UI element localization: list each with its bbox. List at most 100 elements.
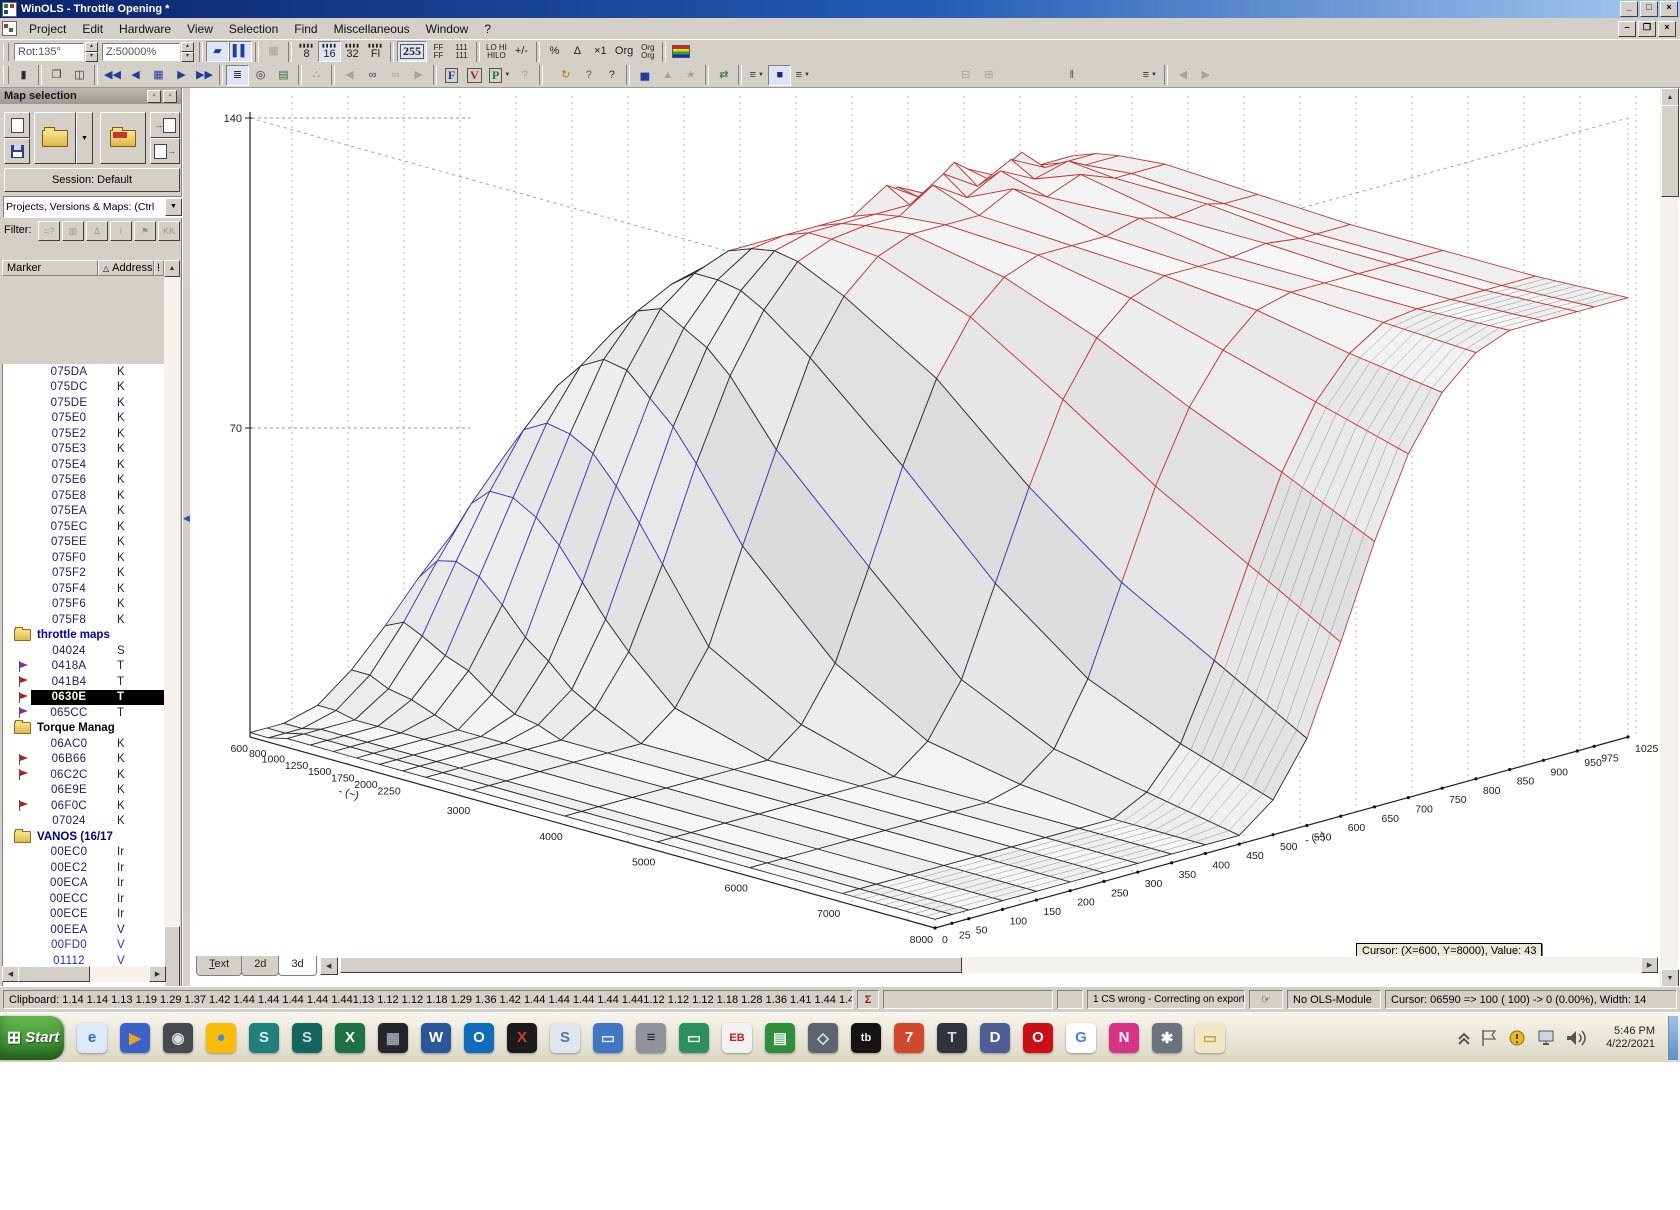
import-project-button[interactable]: [100, 112, 146, 164]
column-header-flag[interactable]: !: [154, 260, 164, 276]
surface-plot[interactable]: 140 70 600 800 1000125015001750 200 0 2250 3000 4…: [190, 88, 1660, 956]
pause-columns-button[interactable]: ‖: [1060, 65, 1083, 86]
filter-button-1[interactable]: ▥: [62, 221, 84, 241]
start-button[interactable]: ⊞ Start: [0, 1015, 64, 1060]
rotation-up-icon[interactable]: ▲: [85, 41, 98, 52]
chip-tool-icon[interactable]: ▤: [765, 1022, 795, 1053]
file-manager-icon[interactable]: ▭: [593, 1022, 623, 1053]
column-header-address[interactable]: △ Address: [98, 260, 154, 276]
map-row[interactable]: 00FD0 V: [3, 938, 165, 954]
mdi-minimize-button[interactable]: –: [1618, 20, 1636, 37]
map-row[interactable]: 04024 S: [3, 643, 165, 659]
export-file-button[interactable]: →: [150, 138, 180, 164]
import-file-button[interactable]: →: [150, 112, 180, 138]
stats-wizard-button[interactable]: ▅: [633, 65, 656, 86]
toolbar-grip[interactable]: [3, 42, 9, 61]
swap-versions-button[interactable]: ⇄: [712, 65, 735, 86]
map-folder-row[interactable]: Torque Manag: [3, 720, 165, 737]
scroll-right-icon[interactable]: ▶: [149, 966, 166, 982]
disc-tool-icon[interactable]: S: [249, 1022, 279, 1053]
tab-2d[interactable]: 2d: [241, 956, 280, 976]
map-row[interactable]: 075E2 K: [3, 426, 165, 442]
x-editor-icon[interactable]: X: [507, 1022, 537, 1053]
map-row[interactable]: 065CC T: [3, 705, 165, 721]
column-options-button[interactable]: ≡ ▼: [791, 65, 814, 86]
cad-tool-icon[interactable]: ◇: [808, 1022, 838, 1053]
window-split-button[interactable]: ◫: [68, 65, 91, 86]
map-3d-view[interactable]: 140 70 600 800 1000 1250 1500 1750 200 0 2250 3000 4…: [190, 88, 1660, 963]
documents-folder-icon[interactable]: ▭: [1195, 1022, 1225, 1053]
close-button[interactable]: ×: [1660, 1, 1678, 17]
map-row[interactable]: 075DE K: [3, 395, 165, 411]
phone-tool-icon[interactable]: T: [937, 1022, 967, 1053]
tile-horizontal-button[interactable]: ⊟: [954, 65, 977, 86]
delta-view-button[interactable]: Δ: [566, 41, 589, 62]
filter-button-3[interactable]: i: [110, 221, 132, 241]
map-folder-row[interactable]: throttle maps: [3, 627, 165, 644]
zoom-spinner[interactable]: Z:50000% ▲ ▼: [102, 41, 194, 62]
menu-window[interactable]: Window: [418, 19, 477, 39]
show-percent-dropdown-icon[interactable]: ▼: [504, 70, 510, 81]
tab-text[interactable]: Text: [196, 956, 243, 976]
quick-help-button[interactable]: ?: [513, 65, 536, 86]
filter-button-4[interactable]: ⚑: [134, 221, 156, 241]
rotation-spinner[interactable]: Rot:135° ▲ ▼: [14, 41, 98, 62]
google-app-icon[interactable]: G: [1066, 1022, 1096, 1053]
maximize-button[interactable]: □: [1640, 1, 1658, 17]
context-help-button[interactable]: ?: [600, 65, 623, 86]
sigma-icon[interactable]: Σ: [857, 990, 879, 1009]
history-forward-button[interactable]: ▶: [1194, 65, 1217, 86]
save-project-button[interactable]: [4, 138, 30, 164]
media-player-icon[interactable]: ▶: [120, 1022, 150, 1053]
rotation-down-icon[interactable]: ▼: [85, 51, 98, 62]
new-project-button[interactable]: [4, 112, 30, 138]
map-row[interactable]: 00ECE Ir: [3, 907, 165, 923]
map-search-auto-button[interactable]: ∞: [384, 65, 407, 86]
row-options-button[interactable]: ≡ ▼: [1138, 65, 1161, 86]
menu-project[interactable]: Project: [21, 19, 74, 39]
map-row[interactable]: 075F6 K: [3, 597, 165, 613]
nav-next-button[interactable]: ▶: [170, 65, 193, 86]
map-row[interactable]: 0418A T: [3, 659, 165, 675]
map-row[interactable]: 00EC0 Ir: [3, 845, 165, 861]
chart-hscroll-thumb[interactable]: [339, 957, 962, 973]
color-scale-button[interactable]: [669, 41, 693, 62]
history-back-button[interactable]: ◀: [1171, 65, 1194, 86]
eb-tool-icon[interactable]: EB: [722, 1022, 752, 1053]
map-row[interactable]: 041B4 T: [3, 674, 165, 690]
opera-icon[interactable]: O: [1023, 1022, 1053, 1053]
map-list-hscrollbar[interactable]: ◀ ▶: [2, 966, 166, 982]
panel-title-bar[interactable]: Map selection ▫ ▫: [0, 88, 181, 104]
tray-clock[interactable]: 5:46 PM 4/22/2021: [1600, 1025, 1661, 1051]
map-row[interactable]: 075EA K: [3, 504, 165, 520]
display-decimal-button[interactable]: 255: [397, 41, 427, 62]
search-prev-button[interactable]: ◀: [338, 65, 361, 86]
search-next-button[interactable]: ▶: [407, 65, 430, 86]
map-row[interactable]: 075DA K: [3, 364, 165, 380]
map-list-scrollbar[interactable]: ▲ ▼: [164, 260, 180, 1052]
zoom-down-icon[interactable]: ▼: [181, 51, 194, 62]
menu-hardware[interactable]: Hardware: [111, 19, 179, 39]
filter-button-5[interactable]: KK: [158, 221, 180, 241]
map-search-button[interactable]: ∞: [361, 65, 384, 86]
map-row[interactable]: 06C2C K: [3, 767, 165, 783]
menu-help[interactable]: ?: [476, 19, 499, 39]
byte-order-button[interactable]: LO HI HILO: [483, 41, 510, 62]
nav-first-button[interactable]: ◀◀: [101, 65, 124, 86]
tb-tool-icon[interactable]: tb: [851, 1022, 881, 1053]
map-row[interactable]: 07024 K: [3, 814, 165, 830]
map-row[interactable]: 06F0C K: [3, 798, 165, 814]
map-folder-row[interactable]: VANOS (16/17: [3, 828, 165, 845]
scroll-left-icon[interactable]: ◀: [2, 966, 19, 982]
column-options-dropdown-icon[interactable]: ▼: [804, 70, 810, 81]
tab-3d[interactable]: 3d: [278, 956, 317, 976]
original-view-button[interactable]: Org: [612, 41, 636, 62]
chart-vscrollbar[interactable]: ▲ ▼: [1660, 88, 1679, 987]
panel-close-icon[interactable]: ▫: [163, 89, 177, 103]
grid-view-button[interactable]: ▦: [262, 41, 285, 62]
panel-pin-icon[interactable]: ▫: [147, 89, 161, 103]
map-row[interactable]: 00ECC Ir: [3, 891, 165, 907]
map-row[interactable]: 075F8 K: [3, 612, 165, 628]
chart-scroll-down-icon[interactable]: ▼: [1661, 969, 1679, 987]
n-app-icon[interactable]: N: [1109, 1022, 1139, 1053]
